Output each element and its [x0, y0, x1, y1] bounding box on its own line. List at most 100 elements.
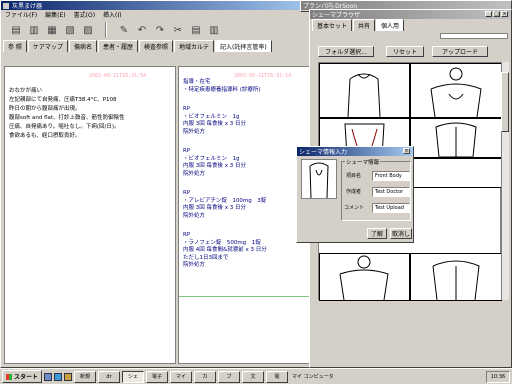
tab-caremap[interactable]: ケアマップ — [27, 40, 68, 52]
folder-select-button[interactable]: フォルダ選択... — [318, 46, 374, 57]
rx-drug: ・アレビアチン錠 100mg 3錠 — [183, 197, 267, 204]
record-tabs: 参 照 ケアマップ 傷病名 患者・履歴 検査参照 地域カルテ 記入(託拝言管率) — [1, 40, 319, 52]
note-line: 圧痛、自発痛あり。嘔吐なし。下痢(回/日)。 — [9, 124, 120, 130]
schema-thumbnail[interactable] — [410, 63, 502, 118]
cancel-button[interactable]: 取消し — [390, 228, 412, 239]
left-note-body: おなかが痛い 左記親部にて自発痛、圧痛T38.4°C、P108 昨日の朝から腹部… — [9, 87, 125, 141]
dialog-preview — [301, 159, 337, 199]
rx-note: 院外処方 — [183, 170, 206, 177]
dialog-group-label: シェーマ情報 — [345, 158, 381, 166]
minimize-icon[interactable]: _ — [485, 11, 492, 17]
main-window-title: 灰黒まけ器 — [12, 3, 43, 10]
delete-icon[interactable]: ▥ — [207, 22, 221, 38]
rx-rp: RP — [183, 106, 191, 112]
schema-progress-bar — [440, 33, 508, 39]
redo-icon[interactable]: ↷ — [153, 22, 167, 38]
taskbar-item[interactable]: 文 — [242, 370, 265, 383]
schema-thumbnail[interactable] — [319, 63, 410, 118]
rx-note: 院外処方 — [183, 212, 206, 219]
taskbar-item[interactable]: ブ — [218, 370, 241, 383]
dialog-title-bar[interactable]: シェーマ情報入力 — [297, 147, 413, 156]
right-header-item: ・特定疾患療養指導料 (診療所) — [183, 86, 261, 93]
main-title-bar[interactable]: 灰黒まけ器 — [1, 1, 319, 10]
menu-file[interactable]: ファイル(F) — [5, 10, 37, 19]
maximize-icon[interactable]: □ — [493, 11, 500, 17]
dialog-title: シェーマ情報入力 — [299, 149, 348, 156]
note-line: 食欲あるも、経口摂取良好。 — [9, 133, 81, 139]
section-divider — [179, 296, 316, 297]
app-icon — [3, 2, 9, 9]
left-note-timestamp: 2003-09-21T16:31:54 — [89, 73, 147, 79]
upload-button[interactable]: アップロード — [432, 46, 488, 57]
tab-regional-chart[interactable]: 地域カルテ — [173, 40, 214, 52]
taskbar-item[interactable]: dr — [98, 370, 121, 383]
schema-thumbnail[interactable] — [410, 158, 502, 188]
note-line: 腹部soft and flat、打診上鼓音、筋性防御陰性 — [9, 115, 125, 121]
rx-drug: ・ラノフェン錠 500mg 1錠 — [183, 239, 261, 246]
left-note-panel[interactable]: 2003-09-21T16:31:54 おなかが痛い 左記親部にて自発痛、圧痛T… — [4, 66, 176, 364]
menu-edit[interactable]: 編集(E) — [45, 10, 65, 19]
schema-window-title: シェーマブラウザ — [312, 12, 361, 19]
tab-basic-set[interactable]: 基本セット — [312, 19, 353, 31]
my-computer-label[interactable]: マイ コンピュータ — [292, 373, 334, 380]
rx-rp: RP — [183, 148, 191, 154]
rx-drug: ・ビオフェルミン 1g — [183, 113, 240, 120]
note-line: 昨日の朝から腹部痛が出現。 — [9, 106, 81, 112]
reset-button[interactable]: リセット — [386, 46, 424, 57]
windows-logo-icon — [6, 373, 12, 380]
field-label-author: 作成者 — [346, 189, 362, 195]
tab-reference[interactable]: 参 照 — [3, 40, 27, 52]
schema-info-dialog: シェーマ情報入力 × シェーマ情報 項目名 Front Body 作成者 Tes… — [296, 146, 414, 243]
cut-icon[interactable]: ✂ — [171, 22, 185, 38]
schema-thumbnail[interactable] — [410, 118, 502, 158]
quicklaunch-desktop-icon[interactable] — [44, 372, 53, 381]
tab-diagnosis[interactable]: 傷病名 — [68, 40, 97, 52]
taskbar-item[interactable]: 電 — [266, 370, 289, 383]
field-label-title: 項目名 — [346, 173, 362, 179]
schema-thumbnail[interactable] — [410, 253, 502, 301]
close-icon[interactable]: × — [501, 11, 508, 17]
taskbar-item[interactable]: マイ — [170, 370, 193, 383]
rx-rp: RP — [183, 232, 191, 238]
menu-insert[interactable]: 挿入(I) — [103, 10, 121, 19]
system-tray-clock[interactable]: 10:36 — [486, 370, 510, 383]
author-field[interactable]: Test Doctor — [372, 187, 410, 197]
rx-dose: 内服 3回 毎食後 x 3 日分 — [183, 163, 246, 169]
ok-button[interactable]: 了解 — [367, 228, 387, 239]
new-document-icon[interactable]: ▤ — [9, 22, 23, 38]
pen-icon[interactable]: ✎ — [117, 22, 131, 38]
rx-rp: RP — [183, 190, 191, 196]
print-icon[interactable]: ▨ — [81, 22, 95, 38]
dialog-close-icon[interactable]: × — [403, 148, 410, 154]
schema-scrollbar-thumb[interactable] — [501, 72, 509, 132]
tab-lab[interactable]: 検査参照 — [138, 40, 173, 52]
comment-field[interactable]: Test Upload — [372, 203, 410, 213]
quicklaunch-mail-icon[interactable] — [64, 372, 73, 381]
open-file-icon[interactable]: ▥ — [27, 22, 41, 38]
menu-format[interactable]: 書式(O) — [74, 10, 95, 19]
folder-icon[interactable]: ▦ — [45, 22, 59, 38]
copy-icon[interactable]: ▤ — [189, 22, 203, 38]
taskbar: スタート 新規 dr シェ 電子 マイ カ ブ 文 電 マイ コンピュータ 10… — [0, 368, 512, 384]
start-button[interactable]: スタート — [2, 370, 43, 383]
schema-title-bar[interactable]: シェーマブラウザ — [310, 10, 511, 19]
schema-tabs: 基本セット 共有 個人用 — [310, 19, 511, 31]
save-icon[interactable]: ▧ — [63, 22, 77, 38]
tab-history[interactable]: 患者・履歴 — [97, 40, 138, 52]
rx-note: 院外処方 — [183, 262, 206, 268]
rx-note: 院外処方 — [183, 128, 206, 135]
main-toolbar: ▤ ▥ ▦ ▧ ▨ ✎ ↶ ↷ ✂ ▤ ▥ — [1, 19, 319, 41]
taskbar-item[interactable]: 新規 — [74, 370, 97, 383]
taskbar-item[interactable]: カ — [194, 370, 217, 383]
schema-thumbnail[interactable] — [319, 253, 410, 301]
right-note-body: 指導・在宅 ・特定疾患療養指導料 (診療所) RP ・ビオフェルミン 1g 内服… — [183, 79, 267, 270]
tab-entry[interactable]: 記入(託拝言管率) — [215, 40, 272, 52]
rx-dose: 内服 3回 毎食後 x 3 日分 — [183, 121, 246, 127]
title-field[interactable]: Front Body — [372, 171, 410, 181]
taskbar-item[interactable]: 電子 — [146, 370, 169, 383]
quicklaunch-ie-icon[interactable] — [54, 372, 63, 381]
undo-icon[interactable]: ↶ — [135, 22, 149, 38]
tab-shared[interactable]: 共有 — [353, 19, 376, 31]
taskbar-item-active[interactable]: シェ — [122, 370, 145, 383]
tab-personal[interactable]: 個人用 — [376, 19, 405, 31]
